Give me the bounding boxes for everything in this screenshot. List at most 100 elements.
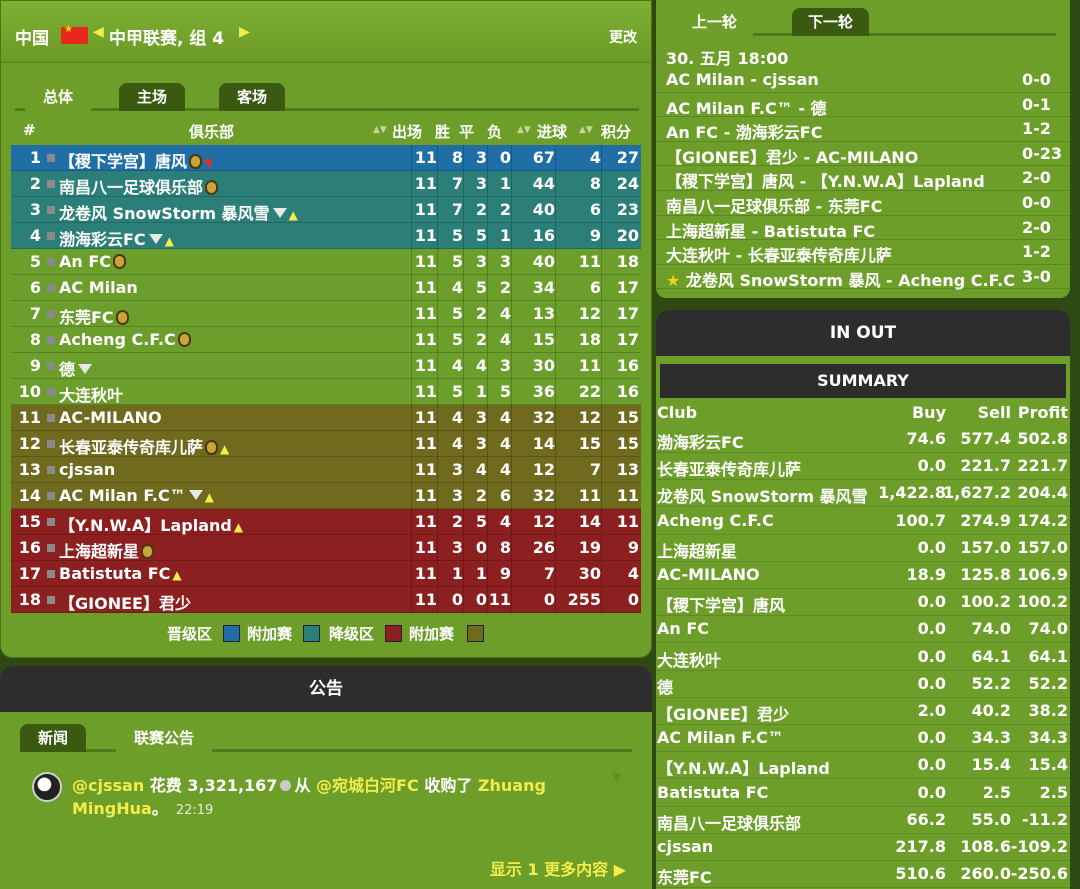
feed-user-link[interactable]: @cjssan — [72, 776, 144, 795]
col-header-drawn[interactable]: 平 — [459, 121, 474, 142]
club-name-link[interactable]: AC-MILANO — [59, 408, 162, 427]
table-row[interactable]: 4 渤海彩云FC ▲ 11 5 5 1 16 9 20 — [11, 223, 641, 249]
club-name[interactable]: 渤海彩云FC — [657, 429, 744, 453]
table-row[interactable]: 16 上海超新星 11 3 0 8 26 19 9 — [11, 535, 641, 561]
match-row[interactable]: AC Milan F.C™ - 德 0-1 — [656, 93, 1070, 118]
club-name[interactable]: 上海超新星 — [657, 538, 737, 562]
match-row[interactable]: ★ 龙卷风 SnowStorm 暴风 - Acheng C.F.C 3-0 — [656, 265, 1070, 290]
club-name[interactable]: An FC — [657, 619, 709, 638]
club-name-link[interactable]: Acheng C.F.C — [59, 330, 176, 349]
table-row[interactable]: 9 德 11 4 4 3 30 11 16 — [11, 353, 641, 379]
club-name-link[interactable]: 【稷下学宫】唐风 — [59, 152, 187, 171]
match-score[interactable]: 1-2 — [1022, 119, 1051, 138]
club-name-link[interactable]: 长春亚泰传奇库儿萨 — [59, 438, 203, 457]
club-name-link[interactable]: 上海超新星 — [59, 542, 139, 561]
table-row[interactable]: 14 AC Milan F.C™ ▲ 11 3 2 6 32 11 11 — [11, 483, 641, 509]
match-row[interactable]: AC Milan - cjssan 0-0 — [656, 68, 1070, 93]
club-name[interactable]: 龙卷风 SnowStorm 暴风雪 — [657, 483, 868, 507]
match-row[interactable]: 【GIONEE】君少 - AC-MILANO 0-23 — [656, 142, 1070, 167]
show-more-link[interactable]: 显示 1 更多内容 ▶ — [490, 856, 626, 880]
col-header-club[interactable]: 俱乐部 — [189, 121, 234, 142]
match-score[interactable]: 0-0 — [1022, 70, 1051, 89]
tab-news[interactable]: 新闻 — [20, 724, 87, 752]
drawn: 1 — [475, 564, 487, 583]
club-name[interactable]: AC Milan F.C™ — [657, 728, 784, 747]
col-header-points[interactable]: 积分 — [601, 121, 631, 142]
sort-arrows-icon[interactable]: ▲▼ — [579, 125, 593, 135]
club-name-link[interactable]: 渤海彩云FC — [59, 230, 146, 249]
club-name-link[interactable]: 东莞FC — [59, 308, 114, 327]
club-name-link[interactable]: AC Milan — [59, 278, 138, 297]
table-row[interactable]: 17 Batistuta FC ▲ 11 1 1 9 7 30 4 — [11, 561, 641, 587]
table-row[interactable]: 11 AC-MILANO 11 4 3 4 32 12 15 — [11, 405, 641, 431]
club-name[interactable]: 大连秋叶 — [657, 647, 721, 671]
match-score[interactable]: 0-1 — [1022, 95, 1051, 114]
match-row[interactable]: 南昌八一足球俱乐部 - 东莞FC 0-0 — [656, 191, 1070, 216]
col-header-won[interactable]: 胜 — [435, 121, 450, 142]
table-row[interactable]: 10 大连秋叶 11 5 1 5 36 22 16 — [11, 379, 641, 405]
table-row[interactable]: 5 An FC 11 5 3 3 40 11 18 — [11, 249, 641, 275]
match-row[interactable]: 【稷下学宫】唐风 - 【Y.N.W.A】Lapland 2-0 — [656, 166, 1070, 191]
table-row[interactable]: 12 长春亚泰传奇库儿萨 ▲ 11 4 3 4 14 15 15 — [11, 431, 641, 457]
club-name-link[interactable]: 【Y.N.W.A】Lapland — [59, 516, 232, 535]
table-row[interactable]: 2 南昌八一足球俱乐部 11 7 3 1 44 8 24 — [11, 171, 641, 197]
user-avatar[interactable] — [32, 772, 62, 802]
badge-icon — [205, 440, 219, 455]
club-name[interactable]: 德 — [657, 674, 673, 698]
club-name-link[interactable]: cjssan — [59, 460, 115, 479]
match-score[interactable]: 2-0 — [1022, 218, 1051, 237]
match-score[interactable]: 1-2 — [1022, 242, 1051, 261]
club-name-link[interactable]: AC Milan F.C™ — [59, 486, 186, 505]
col-header-played[interactable]: 出场 — [392, 121, 422, 142]
tab-home[interactable]: 主场 — [119, 83, 186, 111]
tab-overall[interactable]: 总体 — [25, 83, 92, 111]
match-score[interactable]: 0-0 — [1022, 193, 1051, 212]
club-name-link[interactable]: Batistuta FC — [59, 564, 170, 583]
table-row[interactable]: 7 东莞FC 11 5 2 4 13 12 17 — [11, 301, 641, 327]
club-name-link[interactable]: 龙卷风 SnowStorm 暴风雪 — [59, 204, 270, 223]
match-score[interactable]: 0-23 — [1022, 144, 1062, 163]
match-row[interactable]: An FC - 渤海彩云FC 1-2 — [656, 117, 1070, 142]
club-name[interactable]: 【稷下学宫】唐风 — [657, 592, 785, 616]
feed-from-club-link[interactable]: @宛城白河FC — [316, 776, 419, 795]
col-header-goals[interactable]: 进球 — [537, 121, 567, 142]
club-name[interactable]: 【Y.N.W.A】Lapland — [657, 755, 830, 779]
club-name-link[interactable]: 南昌八一足球俱乐部 — [59, 178, 203, 197]
tab-away[interactable]: 客场 — [219, 83, 286, 111]
match-row[interactable]: 大连秋叶 - 长春亚泰传奇库儿萨 1-2 — [656, 240, 1070, 265]
match-score[interactable]: 2-0 — [1022, 168, 1051, 187]
goals-for: 40 — [532, 200, 555, 219]
tab-previous-round[interactable]: 上一轮 — [676, 8, 754, 36]
table-row[interactable]: 6 AC Milan 11 4 5 2 34 6 17 — [11, 275, 641, 301]
change-league-link[interactable]: 更改 — [609, 27, 637, 47]
club-name-link[interactable]: 德 — [59, 360, 75, 379]
club-name[interactable]: Acheng C.F.C — [657, 511, 774, 530]
table-row[interactable]: 1 【稷下学宫】唐风 ▼ 11 8 3 0 67 4 27 — [11, 145, 641, 171]
col-header-lost[interactable]: 负 — [487, 121, 502, 142]
chevron-down-icon[interactable]: ▼ — [612, 770, 621, 784]
match-row[interactable]: 上海超新星 - Batistuta FC 2-0 — [656, 216, 1070, 241]
club-name-link[interactable]: 大连秋叶 — [59, 386, 123, 405]
sort-arrows-icon[interactable]: ▲▼ — [373, 125, 387, 135]
club-name[interactable]: 【GIONEE】君少 — [657, 701, 789, 725]
club-name[interactable]: AC-MILANO — [657, 565, 760, 584]
tab-league-announcements[interactable]: 联赛公告 — [116, 724, 213, 752]
club-name[interactable]: Batistuta FC — [657, 783, 768, 802]
tab-next-round[interactable]: 下一轮 — [792, 8, 870, 36]
next-league-arrow-icon[interactable]: ▶ — [239, 24, 250, 40]
table-row[interactable]: 8 Acheng C.F.C 11 5 2 4 15 18 17 — [11, 327, 641, 353]
club-name[interactable]: 南昌八一足球俱乐部 — [657, 810, 801, 834]
club-name[interactable]: cjssan — [657, 837, 713, 856]
col-header-pos[interactable]: # — [23, 121, 36, 139]
sort-arrows-icon[interactable]: ▲▼ — [517, 125, 531, 135]
club-name-link[interactable]: An FC — [59, 252, 111, 271]
club-name[interactable]: 长春亚泰传奇库儿萨 — [657, 456, 801, 480]
club-name[interactable]: 东莞FC — [657, 864, 712, 888]
match-score[interactable]: 3-0 — [1022, 267, 1051, 286]
club-name-link[interactable]: 【GIONEE】君少 — [59, 594, 191, 613]
table-row[interactable]: 15 【Y.N.W.A】Lapland ▲ 11 2 5 4 12 14 11 — [11, 509, 641, 535]
table-row[interactable]: 13 cjssan 11 3 4 4 12 7 13 — [11, 457, 641, 483]
table-row[interactable]: 18 【GIONEE】君少 11 0 0 11 0 255 0 — [11, 587, 641, 613]
previous-league-arrow-icon[interactable]: ◀ — [93, 24, 104, 40]
table-row[interactable]: 3 龙卷风 SnowStorm 暴风雪 ▲ 11 7 2 2 40 6 23 — [11, 197, 641, 223]
